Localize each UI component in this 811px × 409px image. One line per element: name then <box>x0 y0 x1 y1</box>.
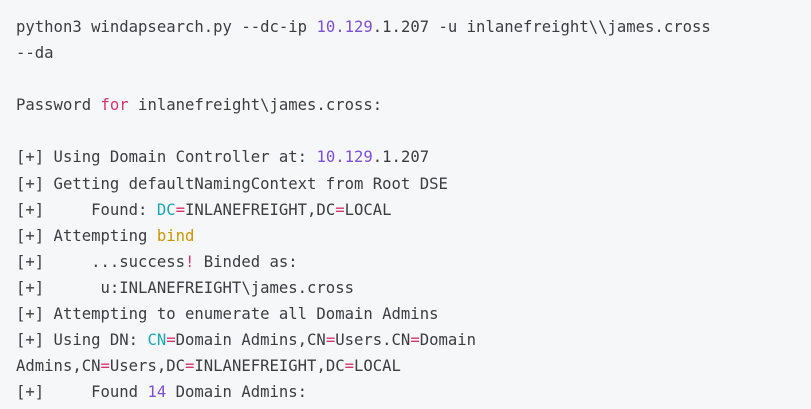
terminal-line: Admins,CN=Users,DC=INLANEFREIGHT,DC=LOCA… <box>16 353 811 379</box>
terminal-token: [+] Attempting <box>16 226 157 245</box>
terminal-token: [+] Using Domain Controller at: <box>16 148 317 167</box>
terminal-output[interactable]: python3 windapsearch.py --dc-ip 10.129.1… <box>0 0 811 409</box>
terminal-token: [+] Using DN: <box>16 331 148 350</box>
terminal-line: [+] ...success! Binded as: <box>16 249 811 275</box>
terminal-token: [+] Attempting to enumerate all Domain A… <box>16 305 439 324</box>
terminal-token: Users.CN <box>335 331 411 350</box>
terminal-token: [+] Found <box>16 383 148 402</box>
terminal-token: Domain Admins: <box>166 383 308 402</box>
terminal-token: [+] Found: <box>16 200 157 219</box>
terminal-line: [+] Found: DC=INLANEFREIGHT,DC=LOCAL <box>16 197 811 223</box>
terminal-line: [+] Using Domain Controller at: 10.129.1… <box>16 144 811 170</box>
terminal-token: .1.207 <box>372 148 430 167</box>
terminal-token: INLANEFREIGHT,DC <box>185 200 336 219</box>
terminal-token: [+] Getting defaultNamingContext from Ro… <box>16 174 448 193</box>
terminal-token: = <box>344 357 354 376</box>
terminal-line: python3 windapsearch.py --dc-ip 10.129.1… <box>16 14 811 40</box>
terminal-line: [+] Using DN: CN=Domain Admins,CN=Users.… <box>16 327 811 353</box>
terminal-token: DC <box>156 200 176 219</box>
terminal-token: --da <box>16 44 54 63</box>
terminal-token: = <box>325 331 336 350</box>
terminal-token: bind <box>156 226 195 245</box>
terminal-token: Domain Admins,CN <box>175 331 326 350</box>
terminal-token: ! <box>185 252 195 271</box>
terminal-token: 14 <box>147 383 167 402</box>
terminal-token: = <box>166 331 176 350</box>
terminal-token: for <box>100 96 129 115</box>
terminal-token: CN <box>147 331 167 350</box>
terminal-token: LOCAL <box>354 357 401 376</box>
terminal-line: [+] Getting defaultNamingContext from Ro… <box>16 171 811 197</box>
terminal-token: .1.207 -u inlanefreight\\james.cross <box>372 18 711 36</box>
terminal-token: Admins,CN <box>16 357 101 376</box>
terminal-token: Users,DC <box>109 357 185 376</box>
terminal-token: = <box>185 357 195 376</box>
terminal-line: Password for inlanefreight\james.cross: <box>16 92 811 118</box>
terminal-token: Domain <box>419 331 477 350</box>
terminal-token: inlanefreight\james.cross: <box>128 96 383 115</box>
terminal-token: 10.129 <box>316 18 373 36</box>
terminal-token: [+] u:INLANEFREIGHT\james.cross <box>16 278 354 297</box>
terminal-line: --da <box>16 40 811 66</box>
terminal-token: python3 windapsearch.py --dc-ip <box>16 18 317 36</box>
terminal-line: [+] Found 14 Domain Admins: <box>16 379 811 405</box>
terminal-token: = <box>410 331 420 350</box>
terminal-token: Binded as: <box>194 252 298 271</box>
terminal-token: [+] ...success <box>16 252 185 271</box>
terminal-token: = <box>335 200 345 219</box>
terminal-token: Password <box>16 96 101 115</box>
terminal-line: [+] Attempting bind <box>16 223 811 249</box>
terminal-token: INLANEFREIGHT,DC <box>194 357 345 376</box>
terminal-token: LOCAL <box>344 200 392 219</box>
terminal-token: 10.129 <box>316 148 373 167</box>
terminal-line: [+] Attempting to enumerate all Domain A… <box>16 301 811 327</box>
terminal-line: [+] u:INLANEFREIGHT\james.cross <box>16 275 811 301</box>
terminal-token: = <box>175 200 185 219</box>
terminal-token: = <box>100 357 110 376</box>
